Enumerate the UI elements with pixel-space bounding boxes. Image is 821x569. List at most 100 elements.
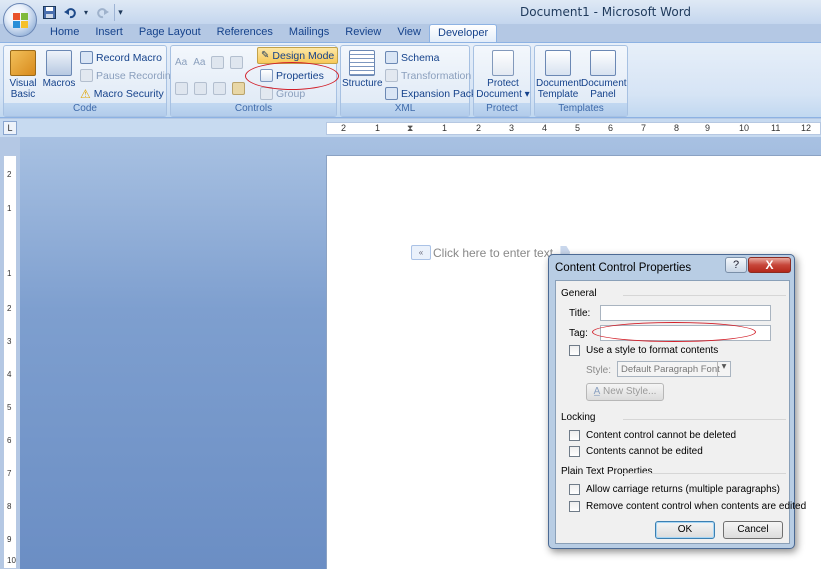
- tab-developer[interactable]: Developer: [429, 24, 498, 42]
- record-macro-icon: [80, 51, 93, 64]
- ruler-number: 11: [771, 123, 781, 133]
- ruler-number: 6: [608, 123, 614, 133]
- tab-insert[interactable]: Insert: [87, 24, 131, 42]
- style-select-value: Default Paragraph Font: [621, 364, 720, 375]
- redo-icon[interactable]: [93, 4, 111, 21]
- undo-dropdown-icon[interactable]: ▾: [82, 4, 90, 21]
- remove-control-checkbox[interactable]: [569, 501, 580, 512]
- tab-view[interactable]: View: [389, 24, 429, 42]
- title-label: Title:: [569, 308, 591, 319]
- content-controls-row-2: [175, 80, 245, 97]
- use-style-checkbox[interactable]: [569, 345, 580, 356]
- new-style-icon: A̲: [593, 386, 601, 397]
- style-select[interactable]: Default Paragraph Font ▾: [617, 361, 731, 377]
- undo-icon[interactable]: [61, 4, 79, 21]
- new-style-button[interactable]: A̲ New Style...: [586, 383, 664, 401]
- vertical-ruler[interactable]: 2 1 1 2 3 4 5 6 7 8 9 10: [3, 155, 17, 569]
- ruler-number: 4: [7, 370, 12, 379]
- ruler-number: 3: [7, 337, 12, 346]
- tab-selector-button[interactable]: L: [3, 121, 17, 135]
- date-picker-icon[interactable]: [213, 82, 226, 95]
- content-control-handle-icon[interactable]: «: [411, 245, 431, 260]
- customize-qat-icon[interactable]: ▾: [114, 3, 126, 21]
- use-style-label: Use a style to format contents: [586, 345, 719, 356]
- record-macro-button[interactable]: Record Macro: [80, 49, 162, 66]
- cannot-delete-checkbox[interactable]: [569, 430, 580, 441]
- expansion-packs-icon: [385, 87, 398, 100]
- group-templates: Document Template Document Panel Templat…: [534, 45, 628, 117]
- title-input[interactable]: [600, 305, 771, 321]
- visual-basic-button[interactable]: Visual Basic: [7, 50, 39, 100]
- ruler-number: 7: [641, 123, 647, 133]
- document-panel-button[interactable]: Document Panel: [581, 50, 627, 100]
- ruler-number: 2: [7, 304, 12, 313]
- transformation-button[interactable]: Transformation: [385, 67, 471, 84]
- ruler-number: 5: [575, 123, 581, 133]
- legacy-tools-icon[interactable]: [232, 82, 245, 95]
- warning-icon: ⚠: [80, 86, 91, 101]
- text-control-icon[interactable]: Aa: [193, 57, 205, 68]
- quick-access-toolbar: ▾ ▾: [40, 3, 126, 21]
- ok-button[interactable]: OK: [655, 521, 715, 539]
- ruler-number: 5: [7, 403, 12, 412]
- tab-home[interactable]: Home: [42, 24, 87, 42]
- group-label-protect: Protect: [474, 103, 530, 116]
- cannot-edit-checkbox[interactable]: [569, 446, 580, 457]
- allow-returns-label: Allow carriage returns (multiple paragra…: [586, 484, 780, 495]
- dropdown-list-icon[interactable]: [194, 82, 207, 95]
- design-mode-icon: ✎: [261, 50, 270, 61]
- group-label-code: Code: [4, 103, 166, 116]
- protect-document-button[interactable]: Protect Document ▾: [476, 50, 530, 100]
- office-logo-icon: [13, 13, 29, 29]
- allow-returns-checkbox[interactable]: [569, 484, 580, 495]
- ruler-number: 9: [705, 123, 711, 133]
- ruler-number: 1: [7, 269, 12, 278]
- group-code: Visual Basic Macros Record Macro Pause R…: [3, 45, 177, 117]
- macro-security-button[interactable]: ⚠ Macro Security: [80, 85, 164, 102]
- horizontal-ruler[interactable]: 2 1 ⧗ 1 2 3 4 5 6 7 8 9 10 11 12: [326, 122, 821, 135]
- macros-icon: [46, 50, 72, 76]
- ruler-number: 6: [7, 436, 12, 445]
- structure-icon: [349, 50, 375, 76]
- annotation-oval-properties: [245, 62, 339, 90]
- content-control-placeholder[interactable]: Click here to enter text.: [433, 246, 556, 260]
- group-label-templates: Templates: [535, 103, 627, 116]
- schema-button[interactable]: Schema: [385, 49, 440, 66]
- ruler-number: 3: [509, 123, 515, 133]
- help-button[interactable]: ?: [725, 257, 747, 273]
- structure-button[interactable]: Structure: [342, 50, 383, 89]
- group-protect: Protect Document ▾ Protect: [473, 45, 531, 117]
- cancel-button[interactable]: Cancel: [723, 521, 783, 539]
- content-control[interactable]: « Click here to enter text.: [411, 244, 571, 261]
- building-block-icon[interactable]: [230, 56, 244, 69]
- close-button[interactable]: X: [748, 257, 791, 273]
- pause-recording-button[interactable]: Pause Recording: [80, 67, 177, 84]
- picture-control-icon[interactable]: [211, 56, 225, 69]
- ruler-number: 10: [739, 123, 750, 133]
- group-label-controls: Controls: [171, 103, 336, 116]
- ruler-number: 1: [375, 123, 381, 133]
- group-label-xml: XML: [341, 103, 469, 116]
- tab-references[interactable]: References: [209, 24, 281, 42]
- tag-label: Tag:: [569, 328, 588, 339]
- office-button[interactable]: [3, 3, 37, 37]
- macros-button[interactable]: Macros: [42, 50, 76, 89]
- save-icon[interactable]: [40, 4, 58, 21]
- cannot-edit-label: Contents cannot be edited: [586, 446, 703, 457]
- indent-marker-icon[interactable]: ⧗: [407, 123, 413, 134]
- tab-page-layout[interactable]: Page Layout: [131, 24, 209, 42]
- ruler-number: 7: [7, 469, 12, 478]
- chevron-down-icon: ▾: [717, 361, 730, 376]
- ruler-number: 1: [7, 204, 12, 213]
- tab-mailings[interactable]: Mailings: [281, 24, 337, 42]
- tab-review[interactable]: Review: [337, 24, 389, 42]
- combo-box-icon[interactable]: [175, 82, 188, 95]
- group-xml: Structure Schema Transformation Expansio…: [340, 45, 482, 117]
- visual-basic-icon: [10, 50, 36, 76]
- rich-text-control-icon[interactable]: Aa: [175, 57, 187, 68]
- expansion-packs-button[interactable]: Expansion Packs: [385, 85, 482, 102]
- document-template-button[interactable]: Document Template: [536, 50, 582, 100]
- ruler-number: 9: [7, 535, 12, 544]
- group-icon: [260, 87, 273, 100]
- remove-control-label: Remove content control when contents are…: [586, 501, 807, 512]
